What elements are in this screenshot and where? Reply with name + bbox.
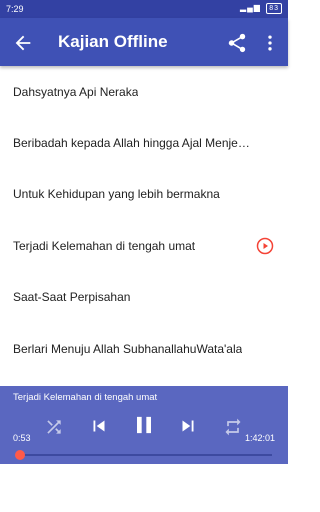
now-playing-title: Terjadi Kelemahan di tengah umat: [13, 392, 158, 403]
list-item[interactable]: Berlari Menuju Allah SubhanallahuWata'al…: [0, 323, 288, 374]
pause-icon[interactable]: [130, 410, 158, 440]
list-item-label: Saat-Saat Perpisahan: [13, 290, 131, 305]
battery-icon: 83: [266, 3, 282, 14]
total-time: 1:42:01: [244, 433, 275, 443]
skip-next-icon[interactable]: [177, 415, 199, 437]
status-icons: ▂▄▆ 83: [240, 3, 282, 14]
play-circle-icon[interactable]: [256, 237, 274, 255]
list-item-label: Dahsyatnya Api Neraka: [13, 84, 139, 99]
status-time: 7:29: [6, 4, 24, 14]
seek-bar[interactable]: [0, 449, 288, 463]
list-item[interactable]: Saat-Saat Perpisahan: [0, 272, 288, 323]
seek-track: [18, 454, 272, 456]
lecture-list: Dahsyatnya Api Neraka Beribadah kepada A…: [0, 66, 288, 374]
more-vert-icon[interactable]: [260, 32, 280, 54]
list-item[interactable]: Untuk Kehidupan yang lebih bermakna: [0, 169, 288, 220]
shuffle-icon[interactable]: [44, 417, 64, 437]
repeat-icon[interactable]: [223, 417, 243, 437]
list-item-label: Beribadah kepada Allah hingga Ajal Menje…: [13, 136, 251, 151]
share-icon[interactable]: [226, 32, 248, 54]
list-item[interactable]: Dahsyatnya Api Neraka: [0, 66, 288, 117]
app-title: Kajian Offline: [58, 32, 168, 51]
list-item-label: Terjadi Kelemahan di tengah umat: [13, 238, 196, 253]
back-arrow-icon[interactable]: [12, 32, 34, 54]
seek-thumb[interactable]: [15, 450, 26, 460]
list-item-label: Berlari Menuju Allah SubhanallahuWata'al…: [13, 341, 243, 356]
list-item[interactable]: Beribadah kepada Allah hingga Ajal Menje…: [0, 117, 288, 168]
list-item-label: Untuk Kehidupan yang lebih bermakna: [13, 187, 220, 202]
app-bar: Kajian Offline: [0, 18, 288, 66]
elapsed-time: 0:53: [13, 433, 31, 443]
signal-icon: ▂▄▆: [239, 3, 261, 12]
skip-previous-icon[interactable]: [88, 415, 110, 437]
status-bar: 7:29 ▂▄▆ 83: [0, 0, 288, 18]
list-item-playing[interactable]: Terjadi Kelemahan di tengah umat: [0, 220, 288, 271]
